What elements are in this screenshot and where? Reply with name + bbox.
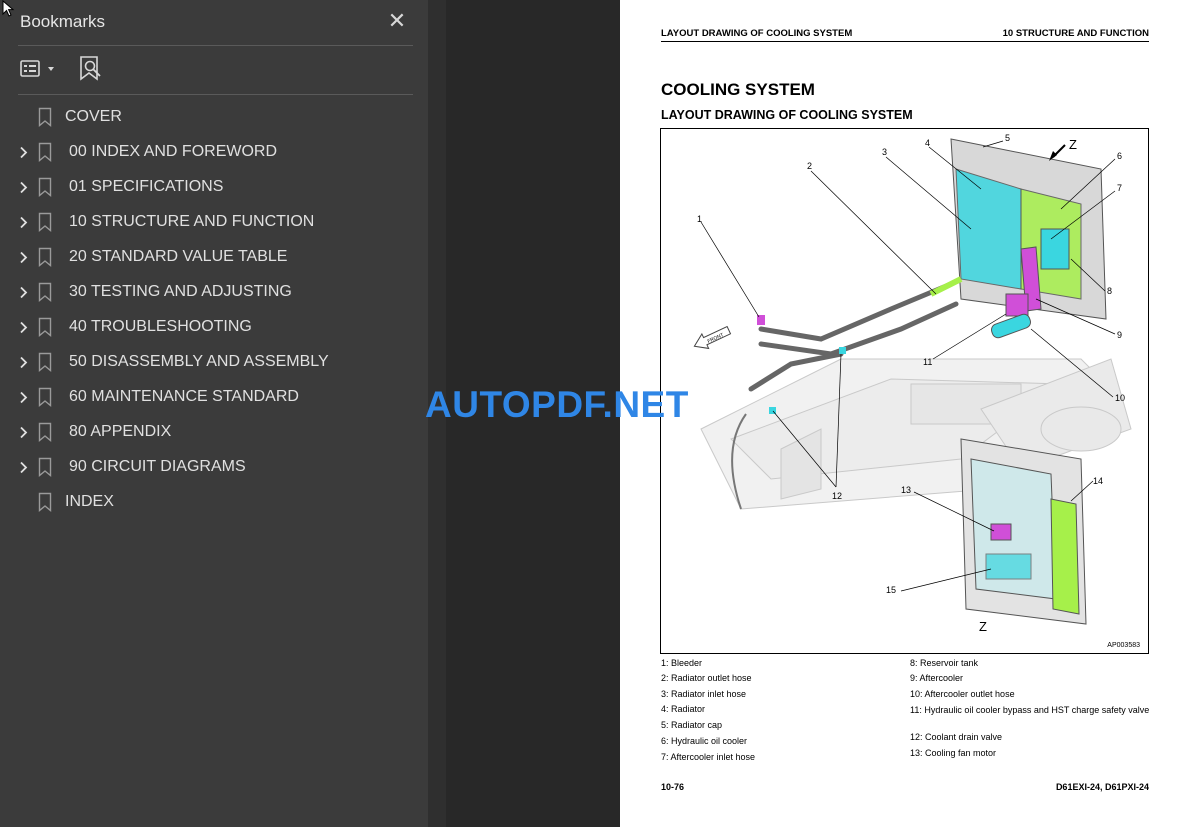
bookmark-icon xyxy=(38,492,52,512)
bookmark-icon xyxy=(38,422,52,442)
bookmarks-panel: Bookmarks ✕ COVER 00 INDEX AND FOREWORD 01… xyxy=(0,0,428,827)
callout-14: 14 xyxy=(1093,476,1104,486)
model-label: D61EXI-24, D61PXI-24 xyxy=(1055,782,1149,792)
document-page: LAYOUT DRAWING OF COOLING SYSTEM 10 STRU… xyxy=(620,0,1200,827)
divider xyxy=(18,94,413,95)
bookmark-icon xyxy=(38,212,52,232)
view-z-label: Z xyxy=(1069,137,1077,152)
bookmark-icon xyxy=(38,247,52,267)
callout-8: 8 xyxy=(1107,286,1113,296)
legend-item: 13: Cooling fan motor xyxy=(910,748,997,758)
page-number: 10-76 xyxy=(661,782,685,792)
bookmark-icon xyxy=(38,177,52,197)
callout-7: 7 xyxy=(1117,183,1123,193)
divider xyxy=(18,45,413,46)
chevron-right-icon[interactable] xyxy=(16,242,30,272)
bookmarks-title: Bookmarks xyxy=(20,12,106,31)
bookmark-label: 80 APPENDIX xyxy=(69,423,172,440)
find-bookmark-button[interactable] xyxy=(78,55,104,88)
bookmark-search-icon xyxy=(80,56,101,81)
bookmark-item[interactable]: INDEX xyxy=(0,487,420,517)
bookmark-item[interactable]: 90 CIRCUIT DIAGRAMS xyxy=(0,452,420,482)
callout-10: 10 xyxy=(1115,393,1126,403)
bookmark-item[interactable]: 01 SPECIFICATIONS xyxy=(0,172,420,202)
bookmark-item[interactable]: COVER xyxy=(0,102,420,132)
bookmark-item[interactable]: 30 TESTING AND ADJUSTING xyxy=(0,277,420,307)
bookmark-item[interactable]: 20 STANDARD VALUE TABLE xyxy=(0,242,420,272)
legend-item: 6: Hydraulic oil cooler xyxy=(661,736,748,746)
cooling-system-figure: FRONT 1 2 3 4 5 6 7 8 9 10 11 12 13 14 1… xyxy=(660,128,1149,654)
chevron-right-icon[interactable] xyxy=(16,382,30,412)
callout-3: 3 xyxy=(882,147,888,157)
running-header-right: 10 STRUCTURE AND FUNCTION xyxy=(1002,28,1149,39)
callout-2: 2 xyxy=(807,161,813,171)
callout-6: 6 xyxy=(1117,151,1123,161)
bookmark-options-button[interactable] xyxy=(20,58,58,85)
legend-item: 10: Aftercooler outlet hose xyxy=(910,689,1015,699)
chevron-right-icon[interactable] xyxy=(16,277,30,307)
list-options-icon xyxy=(20,60,54,77)
chevron-right-icon[interactable] xyxy=(16,312,30,342)
page-title: COOLING SYSTEM xyxy=(661,80,815,99)
page-subtitle: LAYOUT DRAWING OF COOLING SYSTEM xyxy=(661,108,913,122)
legend-item: 4: Radiator xyxy=(661,704,706,714)
bookmark-label: 30 TESTING AND ADJUSTING xyxy=(69,283,292,300)
bookmark-label: 40 TROUBLESHOOTING xyxy=(69,318,252,335)
bookmark-label: 00 INDEX AND FOREWORD xyxy=(69,143,278,160)
callout-13: 13 xyxy=(901,485,912,495)
callout-4: 4 xyxy=(925,138,931,148)
callout-15: 15 xyxy=(886,585,897,595)
figure-id: AP003583 xyxy=(1107,642,1140,649)
close-icon[interactable]: ✕ xyxy=(386,8,408,34)
legend-item: 3: Radiator inlet hose xyxy=(661,689,747,699)
bookmark-icon xyxy=(38,317,52,337)
callout-9: 9 xyxy=(1117,330,1123,340)
bookmark-icon xyxy=(38,142,52,162)
bookmark-icon xyxy=(38,282,52,302)
header-rule xyxy=(661,41,1149,42)
bookmark-item[interactable]: 10 STRUCTURE AND FUNCTION xyxy=(0,207,420,237)
bookmark-item[interactable]: 60 MAINTENANCE STANDARD xyxy=(0,382,420,412)
bookmark-label: 20 STANDARD VALUE TABLE xyxy=(69,248,288,265)
cooling-system-drawing: FRONT xyxy=(693,138,1132,625)
bookmark-label: 10 STRUCTURE AND FUNCTION xyxy=(69,213,315,230)
callout-11: 11 xyxy=(923,357,933,367)
bookmark-label: INDEX xyxy=(65,493,114,510)
bookmark-item[interactable]: 00 INDEX AND FOREWORD xyxy=(0,137,420,167)
legend-item: 11: Hydraulic oil cooler bypass and HST … xyxy=(910,705,1150,715)
legend-item: 2: Radiator outlet hose xyxy=(661,673,752,683)
legend-item: 5: Radiator cap xyxy=(661,720,723,730)
bookmark-label: 01 SPECIFICATIONS xyxy=(69,178,224,195)
callout-1: 1 xyxy=(697,214,703,224)
bookmark-icon xyxy=(38,107,52,127)
bookmark-label: 60 MAINTENANCE STANDARD xyxy=(69,388,299,405)
chevron-right-icon[interactable] xyxy=(16,417,30,447)
bookmark-item[interactable]: 80 APPENDIX xyxy=(0,417,420,447)
watermark: AUTOPDF.NET xyxy=(425,384,689,425)
bookmark-icon xyxy=(38,387,52,407)
callout-5: 5 xyxy=(1005,133,1011,143)
bookmark-icon xyxy=(38,457,52,477)
bookmark-item[interactable]: 40 TROUBLESHOOTING xyxy=(0,312,420,342)
chevron-right-icon[interactable] xyxy=(16,172,30,202)
bookmark-label: 90 CIRCUIT DIAGRAMS xyxy=(69,458,246,475)
legend-item: 9: Aftercooler xyxy=(910,673,964,683)
bookmark-icon xyxy=(38,352,52,372)
chevron-right-icon[interactable] xyxy=(16,452,30,482)
legend-item: 7: Aftercooler inlet hose xyxy=(661,752,756,762)
chevron-right-icon[interactable] xyxy=(16,347,30,377)
bookmark-label: COVER xyxy=(65,108,122,125)
legend-item: 1: Bleeder xyxy=(661,658,703,668)
bookmark-label: 50 DISASSEMBLY AND ASSEMBLY xyxy=(69,353,329,370)
callout-12: 12 xyxy=(832,491,843,501)
chevron-right-icon[interactable] xyxy=(16,207,30,237)
chevron-right-icon[interactable] xyxy=(16,137,30,167)
mouse-cursor-icon xyxy=(2,0,15,17)
bookmark-item[interactable]: 50 DISASSEMBLY AND ASSEMBLY xyxy=(0,347,420,377)
legend-item: 8: Reservoir tank xyxy=(910,658,979,668)
running-header-left: LAYOUT DRAWING OF COOLING SYSTEM xyxy=(661,28,853,39)
legend-item: 12: Coolant drain valve xyxy=(910,732,1003,742)
inset-z-label: Z xyxy=(979,619,987,634)
